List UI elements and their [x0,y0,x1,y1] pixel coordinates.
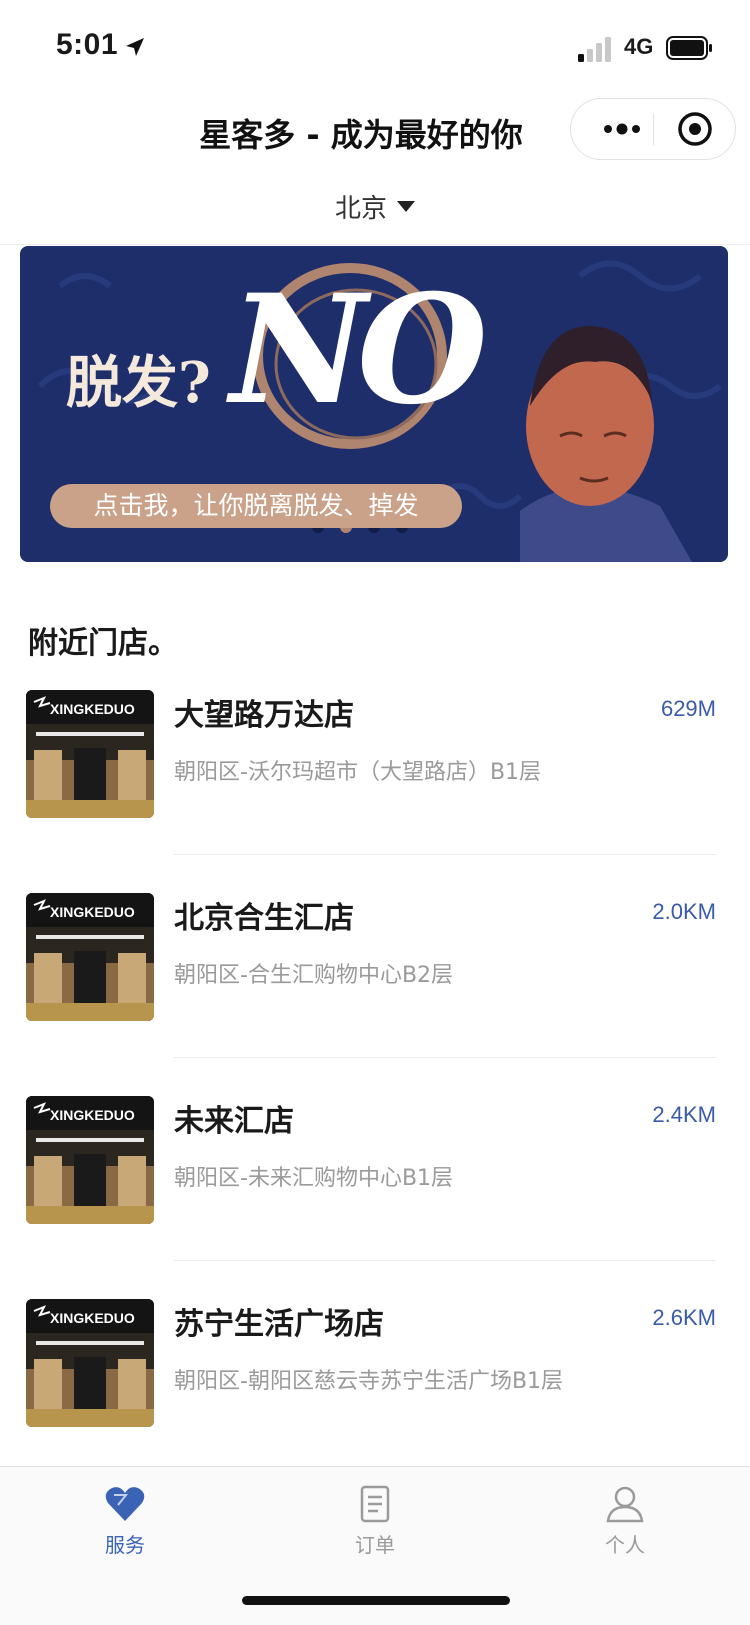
clipboard-icon [360,1485,390,1523]
capsule-divider [653,113,654,145]
person-icon [606,1486,644,1523]
divider [0,244,750,245]
list-item[interactable]: XINGKEDUO 大望路万达店 629M 朝阳区-沃尔玛超市（大望路店）B1层 [0,690,750,890]
city-selector[interactable]: 北京 [0,188,750,225]
store-distance: 2.0KM [652,899,716,924]
tab-profile[interactable]: 个人 [500,1467,750,1567]
store-distance: 2.4KM [652,1102,716,1127]
tab-label: 个人 [605,1533,645,1557]
home-indicator[interactable] [242,1596,510,1605]
tab-orders[interactable]: 订单 [250,1467,500,1567]
store-name: 未来汇店 [174,1104,294,1139]
banner-big-text: NO [230,262,488,438]
mini-program-capsule [570,98,736,160]
divider [174,1057,716,1058]
tab-label: 订单 [355,1533,395,1557]
store-distance: 2.6KM [652,1305,716,1330]
list-item[interactable]: XINGKEDUO 北京合生汇店 2.0KM 朝阳区-合生汇购物中心B2层 [0,893,750,1093]
banner-cta-pill: 点击我，让你脱离脱发、掉发 [50,484,462,528]
status-time: 5:01 [56,28,119,61]
tab-service[interactable]: 服务 [0,1467,250,1567]
store-thumbnail: XINGKEDUO [26,1299,154,1427]
location-arrow-icon [126,38,144,56]
store-name: 苏宁生活广场店 [174,1307,384,1342]
section-title: 附近门店。 [28,626,178,661]
store-name: 北京合生汇店 [174,901,354,936]
store-name: 大望路万达店 [174,698,354,733]
thumb-brand: XINGKEDUO [50,1310,135,1326]
promo-banner[interactable]: 脱发? NO 点击我，让你脱离脱发、掉发 [20,246,728,562]
network-type: 4G [624,34,654,59]
thumb-brand: XINGKEDUO [50,701,135,717]
store-thumbnail: XINGKEDUO [26,1096,154,1224]
city-label: 北京 [334,194,387,224]
heart-icon [105,1487,145,1521]
battery-icon [666,36,712,60]
status-bar: 5:01 4G [0,0,750,96]
store-address: 朝阳区-未来汇购物中心B1层 [174,1166,454,1191]
thumb-brand: XINGKEDUO [50,904,135,920]
signal-icon [578,37,611,62]
store-address: 朝阳区-沃尔玛超市（大望路店）B1层 [174,760,542,785]
banner-headline: 脱发? [66,350,211,416]
list-item[interactable]: XINGKEDUO 未来汇店 2.4KM 朝阳区-未来汇购物中心B1层 [0,1096,750,1296]
store-address: 朝阳区-合生汇购物中心B2层 [174,963,454,988]
thumb-brand: XINGKEDUO [50,1107,135,1123]
divider [174,1260,716,1261]
divider [174,854,716,855]
store-thumbnail: XINGKEDUO [26,893,154,1021]
more-button[interactable] [591,99,653,159]
tab-label: 服务 [105,1533,145,1557]
store-distance: 629M [660,696,716,721]
caret-down-icon [397,201,415,212]
store-thumbnail: XINGKEDUO [26,690,154,818]
store-address: 朝阳区-朝阳区慈云寺苏宁生活广场B1层 [174,1369,564,1394]
more-dots-icon [604,123,640,135]
target-close-icon [678,112,712,146]
close-mini-program-button[interactable] [665,99,725,159]
